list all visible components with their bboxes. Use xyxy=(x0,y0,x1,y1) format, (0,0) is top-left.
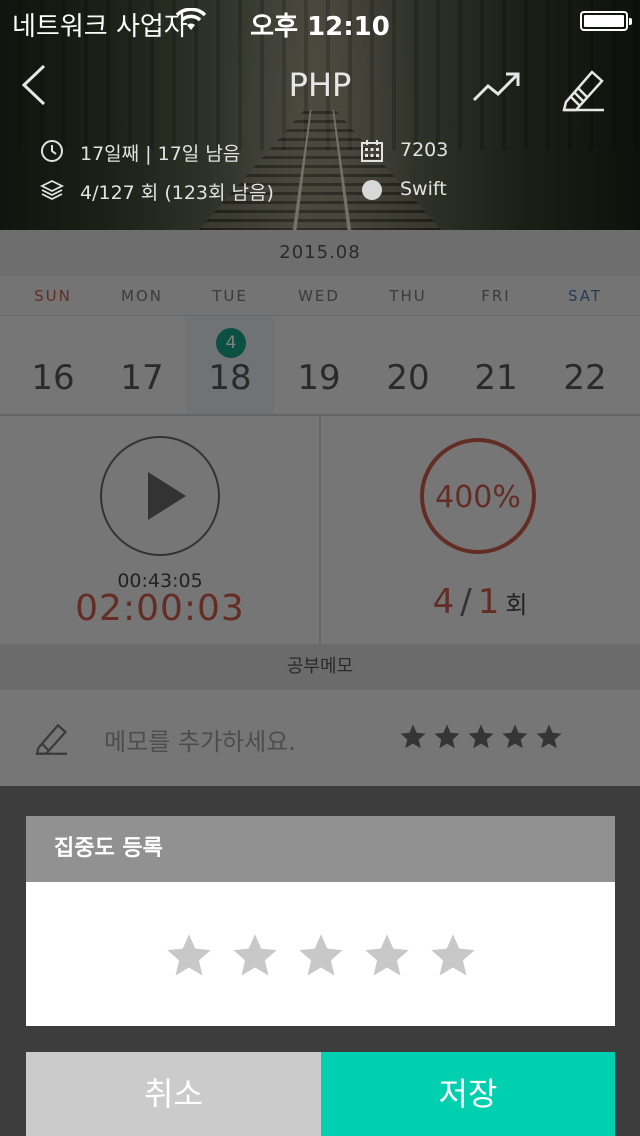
session-count: 4/127 회 (123회 남음) xyxy=(80,182,274,204)
save-button[interactable]: 저장 xyxy=(321,1052,615,1136)
star-icon[interactable] xyxy=(229,930,281,982)
focus-star-rating[interactable] xyxy=(26,930,615,986)
dialog-title: 집중도 등록 xyxy=(26,816,615,882)
status-bar: 네트워크 사업자 오후 12:10 xyxy=(0,0,640,42)
page-title: PHP xyxy=(288,66,352,104)
trend-chart-icon[interactable] xyxy=(472,68,522,108)
star-icon[interactable] xyxy=(427,930,479,982)
course-code: 7203 xyxy=(400,139,449,161)
battery-icon xyxy=(580,11,632,31)
star-icon[interactable] xyxy=(163,930,215,982)
course-tag: Swift xyxy=(400,178,447,200)
day-progress: 17일째 | 17일 남음 xyxy=(80,143,241,165)
edit-pencil-icon[interactable] xyxy=(560,66,608,112)
tag-dot-icon xyxy=(362,180,382,200)
status-time: 오후 12:10 xyxy=(250,12,390,42)
layers-icon xyxy=(40,179,64,201)
calendar-icon xyxy=(361,140,383,162)
cancel-button[interactable]: 취소 xyxy=(26,1052,321,1136)
star-icon[interactable] xyxy=(295,930,347,982)
star-icon[interactable] xyxy=(361,930,413,982)
clock-icon xyxy=(41,140,63,162)
